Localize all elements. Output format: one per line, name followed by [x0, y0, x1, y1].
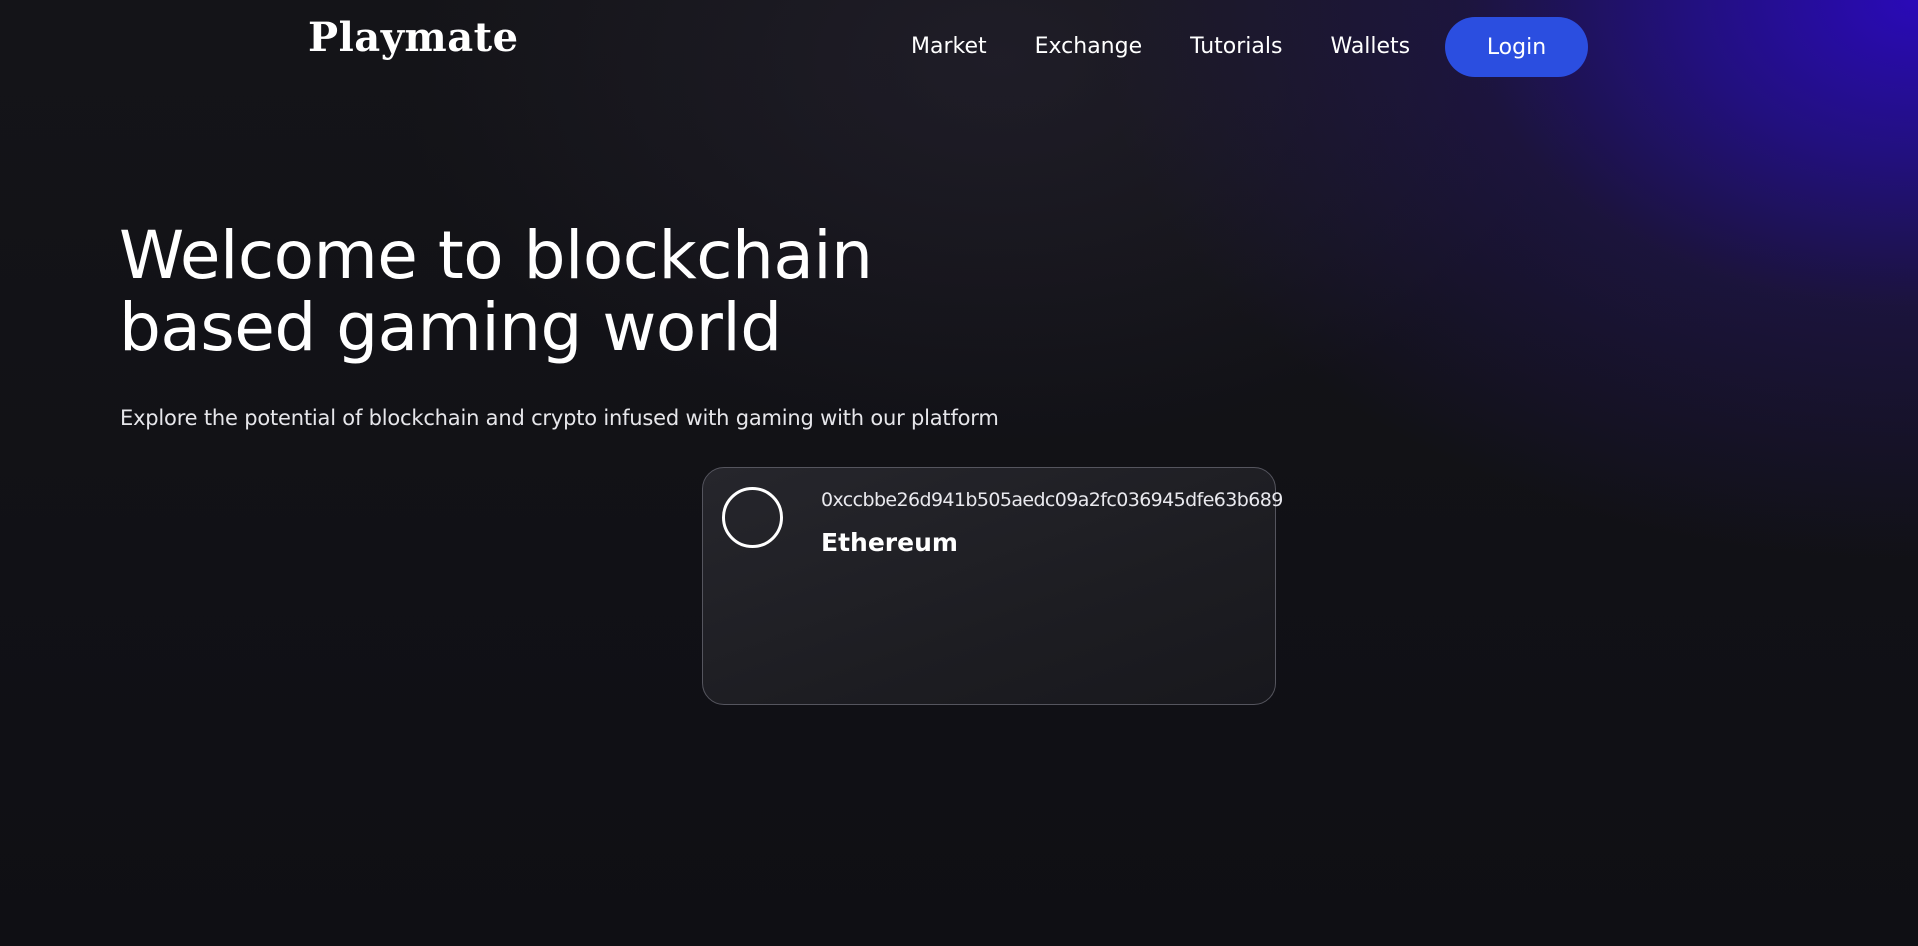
- nav-link-exchange[interactable]: Exchange: [1035, 33, 1143, 62]
- wallet-chain-name: Ethereum: [821, 528, 958, 557]
- wallet-address: 0xccbbe26d941b505aedc09a2fc036945dfe63b6…: [821, 489, 1283, 511]
- top-navbar: Playmate Market Exchange Tutorials Walle…: [0, 0, 1918, 96]
- hero-title: Welcome to blockchain based gaming world: [119, 217, 873, 366]
- login-button[interactable]: Login: [1445, 17, 1588, 77]
- nav-link-tutorials[interactable]: Tutorials: [1190, 33, 1282, 62]
- wallet-card[interactable]: 0xccbbe26d941b505aedc09a2fc036945dfe63b6…: [702, 467, 1283, 705]
- nav-links: Market Exchange Tutorials Wallets: [911, 33, 1410, 62]
- circle-avatar-icon: [722, 487, 783, 548]
- hero-subtitle: Explore the potential of blockchain and …: [120, 406, 999, 430]
- nav-link-wallets[interactable]: Wallets: [1330, 33, 1410, 62]
- nav-link-market[interactable]: Market: [911, 33, 987, 62]
- brand-logo[interactable]: Playmate: [308, 18, 519, 58]
